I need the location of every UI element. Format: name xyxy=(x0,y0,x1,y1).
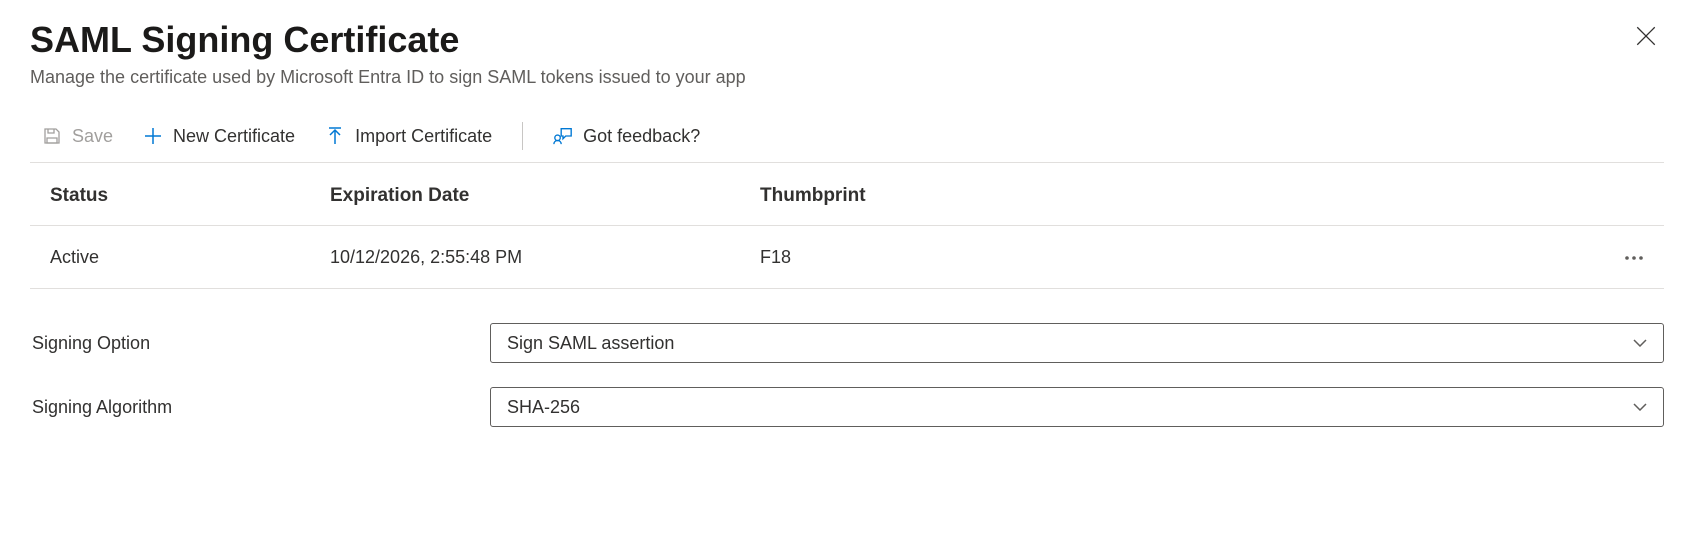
toolbar-divider xyxy=(522,122,523,150)
table-header-row: Status Expiration Date Thumbprint xyxy=(30,163,1664,226)
import-certificate-button[interactable]: Import Certificate xyxy=(325,126,492,147)
header-text: SAML Signing Certificate Manage the cert… xyxy=(30,18,1628,88)
certificate-table: Status Expiration Date Thumbprint Active… xyxy=(30,163,1664,289)
new-certificate-button[interactable]: New Certificate xyxy=(143,126,295,147)
form-section: Signing Option Sign SAML assertion Signi… xyxy=(30,323,1664,427)
column-header-status[interactable]: Status xyxy=(50,185,330,207)
save-button: Save xyxy=(42,126,113,147)
save-icon xyxy=(42,126,62,146)
panel-header: SAML Signing Certificate Manage the cert… xyxy=(30,18,1664,88)
page-title: SAML Signing Certificate xyxy=(30,18,1628,61)
signing-algorithm-value: SHA-256 xyxy=(507,397,1633,418)
chevron-down-icon xyxy=(1633,339,1647,347)
feedback-label: Got feedback? xyxy=(583,126,700,147)
feedback-button[interactable]: Got feedback? xyxy=(553,126,700,147)
signing-option-value: Sign SAML assertion xyxy=(507,333,1633,354)
signing-option-label: Signing Option xyxy=(30,333,490,354)
column-header-expiration[interactable]: Expiration Date xyxy=(330,185,760,207)
save-label: Save xyxy=(72,126,113,147)
signing-algorithm-label: Signing Algorithm xyxy=(30,397,490,418)
chevron-down-icon xyxy=(1633,403,1647,411)
import-certificate-label: Import Certificate xyxy=(355,126,492,147)
row-more-actions-button[interactable] xyxy=(1616,244,1652,270)
signing-option-row: Signing Option Sign SAML assertion xyxy=(30,323,1664,363)
cell-expiration: 10/12/2026, 2:55:48 PM xyxy=(330,247,760,268)
close-icon xyxy=(1636,26,1656,51)
new-certificate-label: New Certificate xyxy=(173,126,295,147)
command-bar: Save New Certificate Import Certificate xyxy=(30,114,1664,163)
cell-thumbprint: F18 xyxy=(760,247,1616,268)
signing-option-select[interactable]: Sign SAML assertion xyxy=(490,323,1664,363)
column-header-thumbprint[interactable]: Thumbprint xyxy=(760,185,1664,207)
signing-algorithm-select[interactable]: SHA-256 xyxy=(490,387,1664,427)
plus-icon xyxy=(143,126,163,146)
table-row[interactable]: Active 10/12/2026, 2:55:48 PM F18 xyxy=(30,226,1664,289)
upload-icon xyxy=(325,126,345,146)
close-button[interactable] xyxy=(1628,18,1664,59)
signing-algorithm-row: Signing Algorithm SHA-256 xyxy=(30,387,1664,427)
cell-status: Active xyxy=(50,247,330,268)
more-icon xyxy=(1624,248,1644,266)
page-subtitle: Manage the certificate used by Microsoft… xyxy=(30,67,1628,88)
feedback-icon xyxy=(553,126,573,146)
